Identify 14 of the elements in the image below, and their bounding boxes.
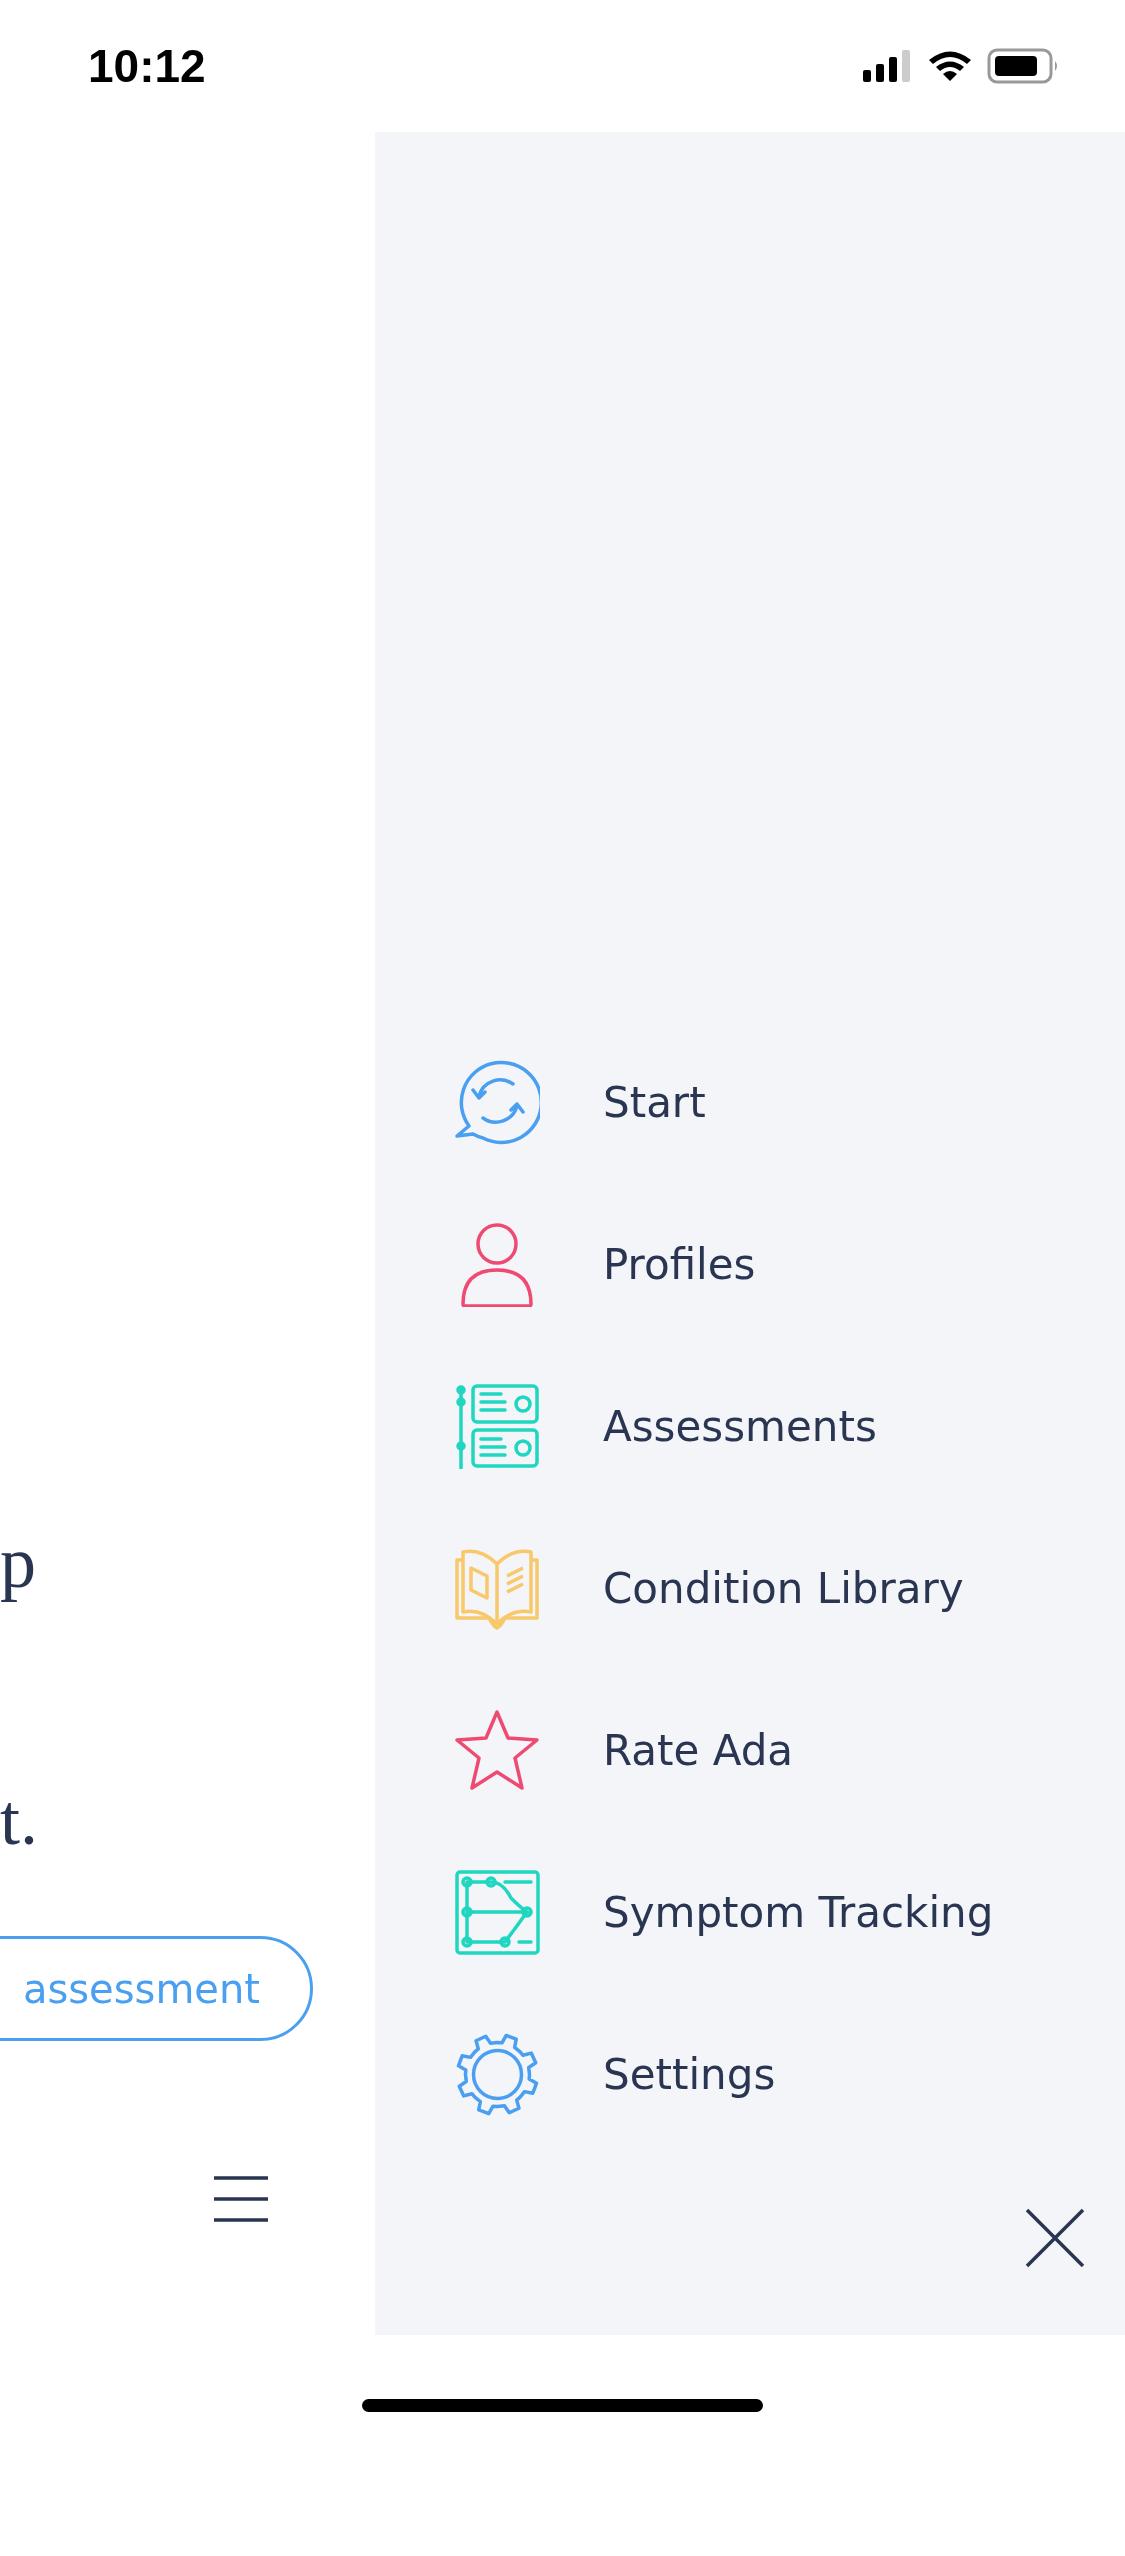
battery-icon <box>987 48 1059 84</box>
menu-item[interactable]: Assessments <box>603 1401 877 1451</box>
menu-item[interactable]: Start <box>603 1077 706 1127</box>
menu-item[interactable]: Condition Library <box>603 1563 964 1613</box>
wifi-icon <box>927 49 973 83</box>
heading-fragment: t. <box>0 1784 38 1856</box>
menu-item[interactable]: Profiles <box>603 1239 756 1289</box>
menu-item[interactable]: Symptom Tracking <box>603 1887 994 1937</box>
status-time: 10:12 <box>88 39 206 93</box>
signal-icon <box>863 50 913 82</box>
close-icon[interactable] <box>1025 2208 1085 2268</box>
menu-item[interactable]: Settings <box>603 2049 776 2099</box>
menu-icon[interactable] <box>212 2175 270 2223</box>
menu-item[interactable]: Rate Ada <box>603 1725 794 1775</box>
